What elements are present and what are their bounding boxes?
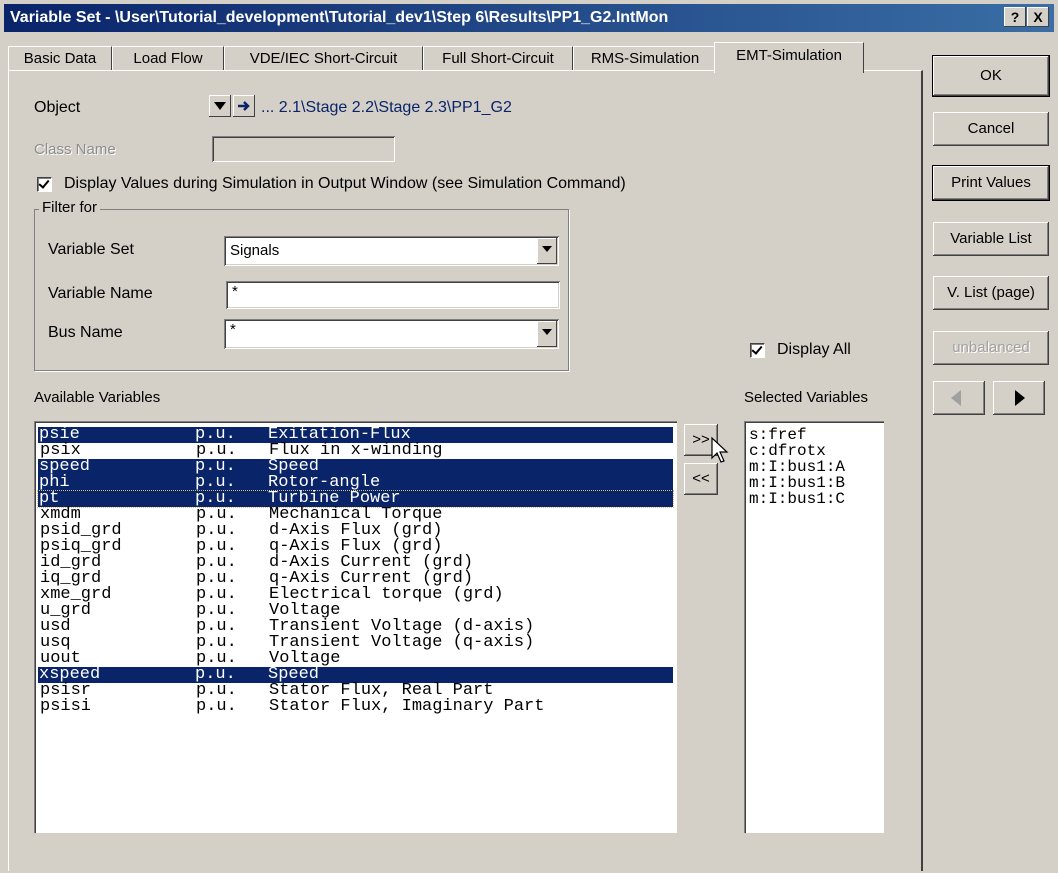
v-list-page-button[interactable]: V. List (page) xyxy=(933,276,1049,310)
chevron-down-icon[interactable] xyxy=(537,238,557,264)
available-variables-label: Available Variables xyxy=(34,389,161,406)
object-path[interactable]: ... 2.1\Stage 2.2\Stage 2.3\PP1_G2 xyxy=(261,99,512,117)
selected-variables-list[interactable]: s:fref c:dfrotx m:I:bus1:A m:I:bus1:B m:I:bu… xyxy=(744,421,884,833)
display-all-label: Display All xyxy=(777,341,851,358)
tab-emt-simulation[interactable]: EMT-Simulation xyxy=(714,42,864,73)
remove-variables-button[interactable]: << xyxy=(684,463,718,495)
variable-name-input[interactable]: * xyxy=(226,281,560,309)
tab-vde-iec-short-circuit[interactable]: VDE/IEC Short-Circuit xyxy=(224,46,423,71)
chevron-down-icon xyxy=(214,102,226,110)
variable-name-label: Variable Name xyxy=(48,285,153,302)
triangle-right-icon xyxy=(1015,390,1025,406)
tab-load-flow[interactable]: Load Flow xyxy=(112,46,224,71)
variable-name: psisi xyxy=(40,697,92,716)
list-item[interactable]: m:I:bus1:C xyxy=(749,491,845,507)
list-item[interactable]: c:dfrotx xyxy=(749,443,826,459)
filter-group-title: Filter for xyxy=(39,199,101,216)
close-button[interactable]: X xyxy=(1027,7,1049,27)
bus-name-combo[interactable]: * xyxy=(224,319,559,349)
class-name-field xyxy=(212,136,395,162)
tab-rms-simulation[interactable]: RMS-Simulation xyxy=(573,46,717,71)
cancel-button[interactable]: Cancel xyxy=(933,112,1049,146)
variable-set-dialog: Variable Set - \User\Tutorial_developmen… xyxy=(0,0,1058,873)
mouse-cursor-icon xyxy=(711,436,729,463)
triangle-left-icon xyxy=(951,390,961,406)
help-button[interactable]: ? xyxy=(1004,7,1026,27)
variable-desc: Stator Flux, Imaginary Part xyxy=(269,697,545,716)
title-bar: Variable Set - \User\Tutorial_developmen… xyxy=(4,4,1054,32)
previous-button[interactable] xyxy=(933,381,985,415)
chevron-down-icon[interactable] xyxy=(537,321,557,347)
display-all-checkbox[interactable] xyxy=(750,343,765,358)
display-values-label: Display Values during Simulation in Outp… xyxy=(64,175,626,192)
tab-full-short-circuit[interactable]: Full Short-Circuit xyxy=(423,46,573,71)
variable-list-button[interactable]: Variable List xyxy=(933,222,1049,256)
ok-button[interactable]: OK xyxy=(932,55,1050,97)
variable-set-combo[interactable]: Signals xyxy=(224,236,559,266)
class-name-label: Class Name xyxy=(34,141,116,158)
variable-set-label: Variable Set xyxy=(48,241,134,258)
next-button[interactable] xyxy=(993,381,1045,415)
object-dropdown-button[interactable] xyxy=(209,95,231,117)
object-label: Object xyxy=(34,99,81,116)
list-item[interactable]: m:I:bus1:B xyxy=(749,475,845,491)
window-title: Variable Set - \User\Tutorial_developmen… xyxy=(10,9,669,26)
variable-unit: p.u. xyxy=(196,697,237,716)
tab-basic-data[interactable]: Basic Data xyxy=(8,46,112,71)
unbalanced-button: unbalanced xyxy=(933,331,1049,365)
available-variables-list[interactable]: psie p.u. Exitation-Flux psix p.u. Flux in x-… xyxy=(34,421,677,833)
display-values-checkbox[interactable] xyxy=(37,177,52,192)
list-item[interactable]: s:fref xyxy=(749,427,807,443)
print-values-button[interactable]: Print Values xyxy=(932,165,1050,201)
object-jump-button[interactable] xyxy=(233,95,255,117)
selected-variables-label: Selected Variables xyxy=(744,389,868,406)
arrow-right-icon xyxy=(238,101,250,111)
list-item[interactable]: m:I:bus1:A xyxy=(749,459,845,475)
tab-panel: Object ... 2.1\Stage 2.2\Stage 2.3\PP1_G… xyxy=(8,70,923,871)
bus-name-label: Bus Name xyxy=(48,324,123,341)
